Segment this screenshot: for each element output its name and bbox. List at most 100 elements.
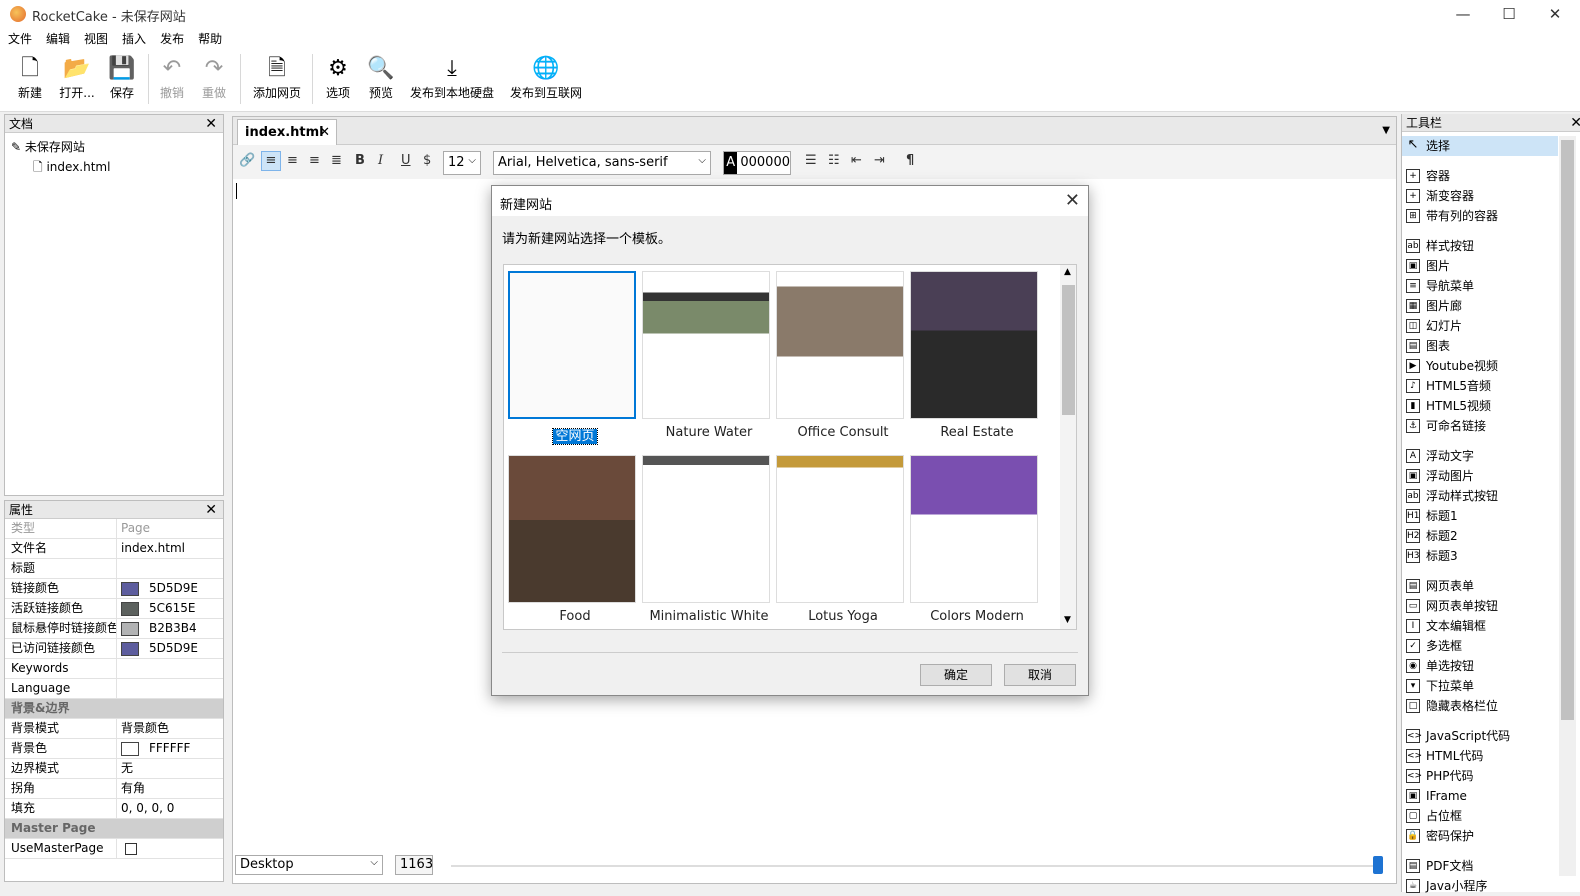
close-window-button[interactable]: ✕ [1532, 0, 1578, 28]
template-item[interactable]: Nature Water [642, 271, 776, 440]
template-thumbnail[interactable] [642, 455, 770, 603]
property-row[interactable]: 背景色 FFFFFF [5, 739, 223, 759]
tool-item[interactable]: ▮ HTML5视频 [1402, 396, 1580, 416]
property-value[interactable]: FFFFFF [117, 739, 223, 758]
save-button[interactable]: 💾 保存 [104, 54, 140, 110]
tool-item[interactable]: ⊞ 带有列的容器 [1402, 206, 1580, 226]
justify-icon[interactable]: ≣ [331, 153, 342, 168]
template-thumbnail[interactable] [508, 271, 636, 419]
tool-item[interactable]: ▦ 图片廊 [1402, 296, 1580, 316]
indent-icon[interactable]: ⇥ [874, 153, 885, 168]
tool-item[interactable]: 🔒 密码保护 [1402, 826, 1580, 846]
menu-help[interactable]: 帮助 [190, 28, 228, 47]
tab-menu-arrow-icon[interactable]: ▼ [1382, 125, 1390, 136]
close-panel-button[interactable]: ✕ [205, 501, 217, 519]
template-thumbnail[interactable] [910, 271, 1038, 419]
template-item[interactable]: Lotus Yoga [776, 455, 910, 624]
outdent-icon[interactable]: ⇤ [851, 153, 862, 168]
template-thumbnail[interactable] [910, 455, 1038, 603]
property-row[interactable]: UseMasterPage [5, 839, 223, 859]
view-mode-select[interactable]: Desktop ⌵ [235, 855, 383, 875]
checkbox[interactable] [125, 842, 137, 855]
cancel-button[interactable]: 取消 [1004, 664, 1076, 686]
menu-publish[interactable]: 发布 [152, 28, 190, 47]
close-panel-button[interactable]: ✕ [205, 115, 217, 133]
tool-item[interactable]: ▤ 网页表单 [1402, 576, 1580, 596]
property-value[interactable]: 5D5D9E [117, 639, 223, 658]
font-family-select[interactable]: Arial, Helvetica, sans-serif ⌵ [493, 151, 711, 175]
template-item[interactable]: Food [508, 455, 642, 624]
tool-item[interactable]: <> PHP代码 [1402, 766, 1580, 786]
tool-item[interactable]: + 渐变容器 [1402, 186, 1580, 206]
property-row[interactable]: 类型 Page [5, 519, 223, 539]
italic-icon[interactable]: I [378, 153, 383, 168]
tool-item[interactable]: ▤ PDF文档 [1402, 856, 1580, 876]
template-thumbnail[interactable] [776, 271, 904, 419]
scrollbar-thumb[interactable] [1561, 140, 1574, 720]
tool-item[interactable]: I 文本编辑框 [1402, 616, 1580, 636]
tool-item[interactable]: ↖ 选择 [1402, 136, 1558, 156]
close-tab-icon[interactable]: ✕ [319, 125, 330, 140]
property-value[interactable]: 背景颜色 [117, 719, 223, 738]
tool-item[interactable]: ▣ 图片 [1402, 256, 1580, 276]
tool-item[interactable]: ◉ 单选按钮 [1402, 656, 1580, 676]
template-item[interactable]: Office Consult [776, 271, 910, 440]
close-panel-button[interactable]: ✕ [1570, 114, 1580, 132]
redo-button[interactable]: ↷ 重做 [198, 54, 230, 110]
scroll-up-icon[interactable]: ▲ [1064, 267, 1071, 277]
tool-item[interactable]: ▣ IFrame [1402, 786, 1580, 806]
tool-item[interactable]: A 浮动文字 [1402, 446, 1580, 466]
property-value[interactable] [117, 839, 223, 858]
tool-item[interactable]: □ 隐藏表格栏位 [1402, 696, 1580, 716]
align-center-icon[interactable]: ≡ [287, 153, 298, 168]
color-swatch[interactable] [121, 581, 139, 596]
width-slider-handle[interactable] [1373, 856, 1383, 874]
tool-item[interactable]: ☕ Java小程序 [1402, 876, 1580, 896]
tool-item[interactable]: ▤ 图表 [1402, 336, 1580, 356]
template-item[interactable]: Real Estate [910, 271, 1044, 440]
tool-item[interactable]: <> HTML代码 [1402, 746, 1580, 766]
color-swatch[interactable] [121, 621, 139, 636]
scrollbar-thumb[interactable] [1062, 285, 1075, 415]
preview-button[interactable]: 🔍 预览 [365, 54, 397, 110]
property-row[interactable]: 标题 [5, 559, 223, 579]
width-slider-track[interactable] [451, 865, 1381, 867]
tool-item[interactable]: + 容器 [1402, 166, 1580, 186]
property-row[interactable]: 链接颜色 5D5D9E [5, 579, 223, 599]
color-swatch[interactable] [121, 641, 139, 656]
property-row[interactable]: 文件名 index.html [5, 539, 223, 559]
template-item[interactable]: Minimalistic White [642, 455, 776, 624]
property-value[interactable] [117, 659, 223, 678]
template-thumbnail[interactable] [776, 455, 904, 603]
property-row[interactable]: 已访问链接颜色 5D5D9E [5, 639, 223, 659]
ok-button[interactable]: 确定 [920, 664, 992, 686]
open-button[interactable]: 📂 打开... [56, 54, 98, 110]
link-icon[interactable]: 🔗 [239, 153, 255, 168]
property-value[interactable]: index.html [117, 539, 223, 558]
template-item[interactable]: Colors Modern [910, 455, 1044, 624]
property-row[interactable]: 填充 0, 0, 0, 0 [5, 799, 223, 819]
tool-item[interactable]: ▾ 下拉菜单 [1402, 676, 1580, 696]
undo-button[interactable]: ↶ 撤销 [156, 54, 188, 110]
width-field[interactable]: 1163 [395, 855, 433, 875]
maximize-button[interactable]: ☐ [1486, 0, 1532, 28]
tool-item[interactable]: ab 样式按钮 [1402, 236, 1580, 256]
publish-local-button[interactable]: ⤓ 发布到本地硬盘 [408, 54, 496, 110]
toolbox-scrollbar[interactable] [1559, 136, 1576, 876]
property-row[interactable]: Keywords [5, 659, 223, 679]
menu-insert[interactable]: 插入 [114, 28, 152, 47]
menu-view[interactable]: 视图 [76, 28, 114, 47]
tool-item[interactable]: H1 标题1 [1402, 506, 1580, 526]
tool-item[interactable]: H2 标题2 [1402, 526, 1580, 546]
property-value[interactable]: B2B3B4 [117, 619, 223, 638]
property-row[interactable]: Language [5, 679, 223, 699]
property-row[interactable]: 边界模式无 [5, 759, 223, 779]
property-row[interactable]: 鼠标悬停时链接颜色 B2B3B4 [5, 619, 223, 639]
tool-item[interactable]: ▶ Youtube视频 [1402, 356, 1580, 376]
dollar-icon[interactable]: $ [423, 153, 431, 168]
minimize-button[interactable]: — [1440, 0, 1486, 28]
tool-item[interactable]: ◫ 幻灯片 [1402, 316, 1580, 336]
close-dialog-button[interactable]: ✕ [1065, 190, 1080, 211]
tool-item[interactable]: H3 标题3 [1402, 546, 1580, 566]
tool-item[interactable]: ⚓ 可命名链接 [1402, 416, 1580, 436]
